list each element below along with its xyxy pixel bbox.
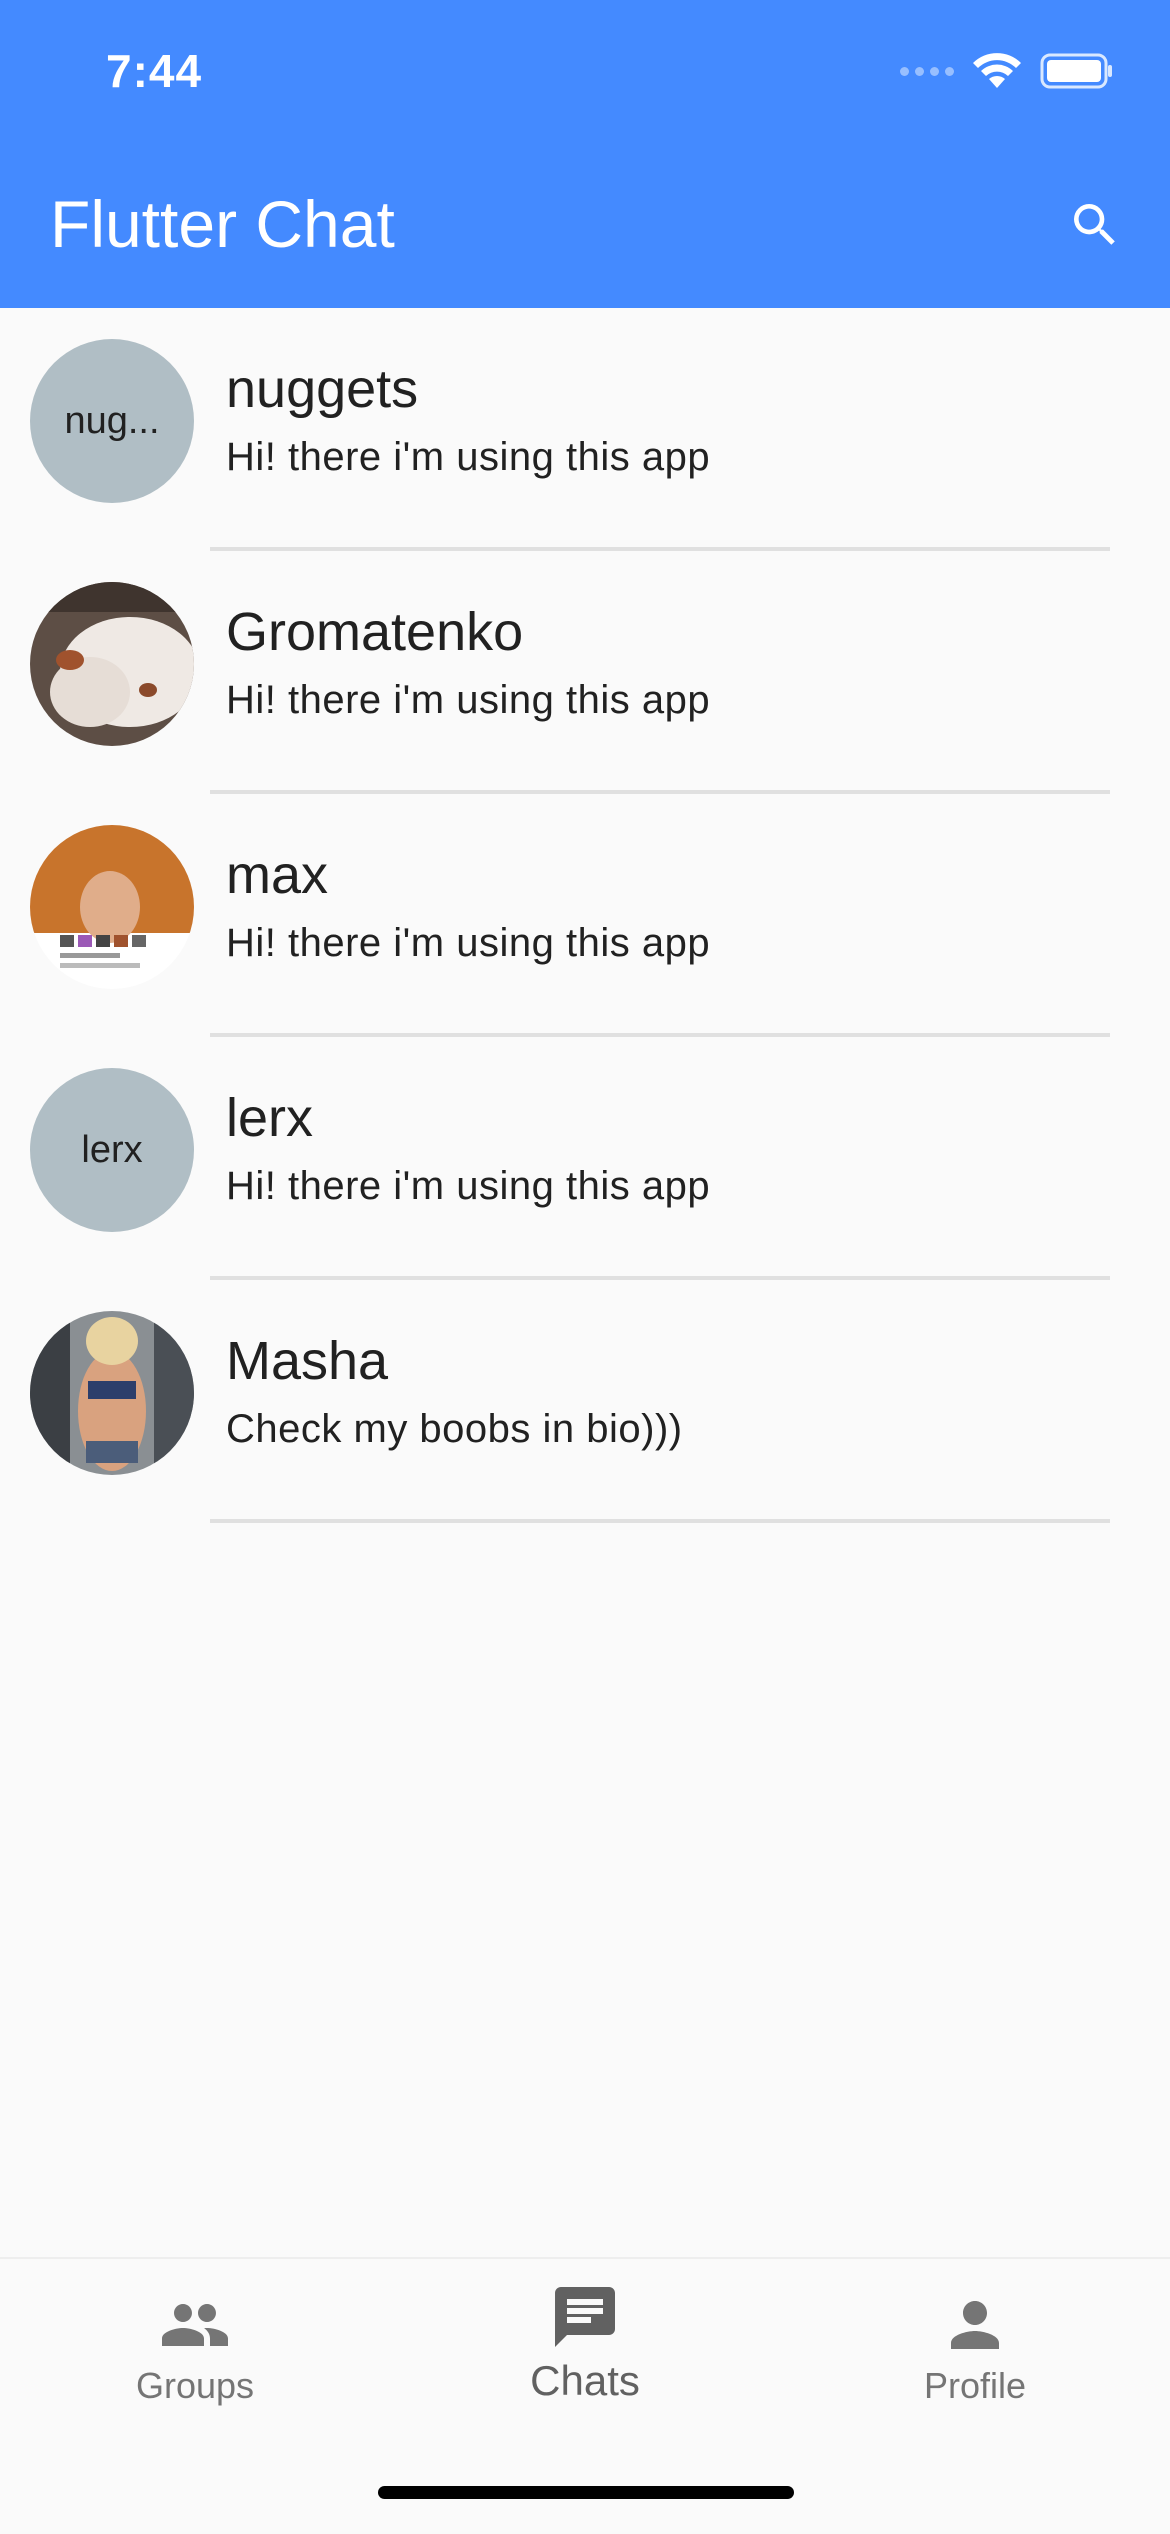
chat-list-item[interactable]: lerx lerx Hi! there i'm using this app	[0, 1037, 1170, 1280]
nav-label-groups: Groups	[135, 2365, 255, 2406]
status-time: 7:44	[106, 45, 203, 97]
chat-list-item[interactable]: Masha Check my boobs in bio)))	[0, 1280, 1170, 1523]
battery-icon	[1040, 53, 1112, 89]
nav-label-profile: Profile	[923, 2365, 1027, 2406]
chat-last-message: Hi! there i'm using this app	[226, 1164, 711, 1208]
nav-label-chats: Chats	[530, 2357, 640, 2404]
chat-name: Gromatenko	[226, 602, 524, 662]
status-icons	[900, 52, 1114, 90]
avatar	[30, 1311, 194, 1475]
person-icon	[951, 2301, 999, 2349]
search-button[interactable]	[1060, 190, 1130, 260]
chat-name: lerx	[226, 1088, 314, 1148]
chat-list-item[interactable]: nug... nuggets Hi! there i'm using this …	[0, 308, 1170, 551]
chat-list: nug... nuggets Hi! there i'm using this …	[0, 308, 1170, 1523]
chat-list-item[interactable]: Gromatenko Hi! there i'm using this app	[0, 551, 1170, 794]
chat-icon	[555, 2287, 615, 2347]
avatar-photo	[30, 582, 194, 746]
avatar: nug...	[30, 339, 194, 503]
divider	[210, 1519, 1110, 1523]
chat-last-message: Hi! there i'm using this app	[226, 435, 711, 479]
signal-icon	[900, 66, 954, 76]
avatar	[30, 825, 194, 989]
page-title: Flutter Chat	[50, 187, 395, 261]
avatar-initials: nug...	[64, 399, 160, 442]
chat-last-message: Check my boobs in bio)))	[226, 1407, 683, 1451]
nav-item-chats[interactable]: Chats	[465, 2281, 705, 2405]
avatar-photo	[30, 825, 194, 989]
chat-last-message: Hi! there i'm using this app	[226, 678, 711, 722]
groups-icon	[162, 2304, 228, 2346]
chat-name: max	[226, 845, 329, 905]
avatar-photo	[30, 1311, 194, 1475]
nav-item-groups[interactable]: Groups	[75, 2289, 315, 2407]
search-icon	[1074, 204, 1115, 245]
app-header: 7:44 Flutter Chat	[0, 0, 1170, 308]
home-indicator	[378, 2486, 794, 2499]
chat-list-item[interactable]: max Hi! there i'm using this app	[0, 794, 1170, 1037]
avatar: lerx	[30, 1068, 194, 1232]
chat-name: nuggets	[226, 359, 419, 419]
chat-last-message: Hi! there i'm using this app	[226, 921, 711, 965]
nav-item-profile[interactable]: Profile	[855, 2289, 1095, 2407]
chat-name: Masha	[226, 1331, 389, 1391]
avatar-initials: lerx	[81, 1128, 143, 1171]
wifi-icon	[973, 53, 1021, 88]
avatar	[30, 582, 194, 746]
